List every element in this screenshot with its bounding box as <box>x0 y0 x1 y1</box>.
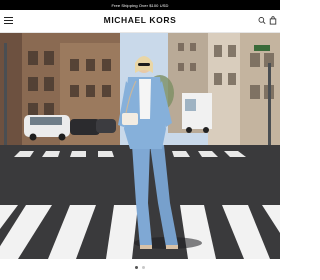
homepage: Free Shipping Over $100 USD MICHAEL KORS <box>0 0 280 280</box>
site-header: MICHAEL KORS <box>0 10 280 33</box>
promo-banner[interactable]: Free Shipping Over $100 USD <box>0 0 280 10</box>
hero-image[interactable] <box>0 33 280 259</box>
carousel-dot-1[interactable] <box>135 266 138 269</box>
header-actions <box>258 16 277 25</box>
search-icon[interactable] <box>258 16 266 25</box>
shopping-bag-icon[interactable] <box>269 16 277 25</box>
carousel-controls <box>0 259 280 280</box>
brand-logo[interactable]: MICHAEL KORS <box>0 15 280 25</box>
promo-text[interactable]: Free Shipping Over $100 USD <box>112 3 169 8</box>
hero-banner[interactable] <box>0 33 280 259</box>
carousel-dots <box>0 266 280 269</box>
carousel-dot-2[interactable] <box>142 266 145 269</box>
